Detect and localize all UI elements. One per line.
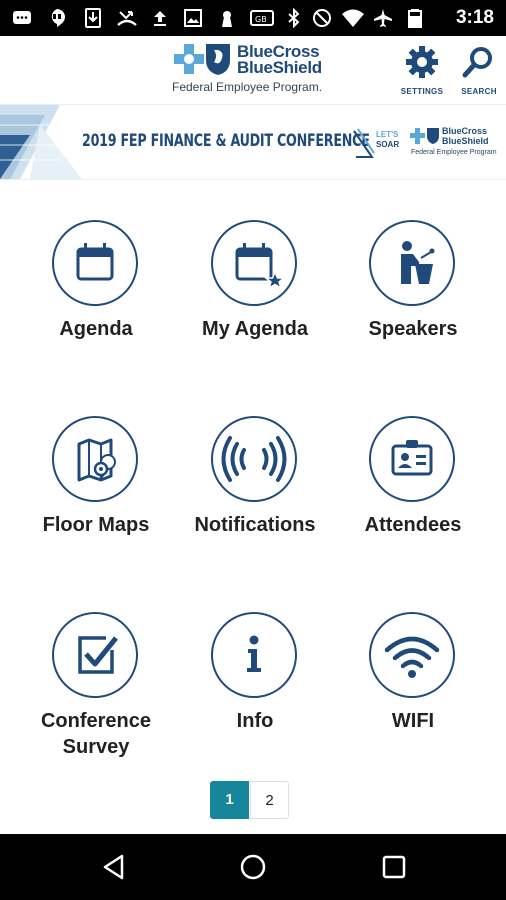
tile-label: Conference Survey [21, 708, 171, 760]
banner-logo-line2: BlueShield [442, 136, 489, 146]
status-bar: GB 3:18 [0, 0, 506, 36]
info-circle [211, 612, 297, 698]
map-icon [77, 438, 116, 482]
tile-wifi[interactable]: WIFI [338, 612, 488, 782]
download-icon [85, 8, 101, 28]
tile-label: Notifications [194, 514, 316, 536]
tile-info[interactable]: Info [180, 612, 330, 782]
hangouts-icon [51, 9, 65, 27]
info-icon [247, 635, 261, 672]
banner-logo-line1: BlueCross [442, 126, 488, 136]
banner-logo-subtitle: Federal Employee Program [411, 149, 497, 156]
lets-soar-logo: LET'S SOAR [353, 128, 399, 158]
wifi-status-icon [342, 9, 364, 27]
conference-banner: 2019 FEP FINANCE & AUDIT CONFERENCE LET'… [0, 104, 506, 180]
banner-bcbs-icon [410, 128, 439, 144]
clock: 3:18 [455, 7, 494, 28]
battery-icon [408, 9, 422, 28]
soar-line1: LET'S [376, 130, 399, 139]
tile-attendees[interactable]: Attendees [338, 416, 488, 586]
tile-label: Speakers [368, 318, 458, 340]
floor-maps-circle [52, 416, 138, 502]
tile-label: My Agenda [202, 318, 308, 340]
speaker-podium-icon [400, 241, 435, 284]
speakers-circle [369, 220, 455, 306]
banner-title: 2019 FEP FINANCE & AUDIT CONFERENCE [82, 131, 370, 151]
calendar-icon [76, 243, 114, 281]
svg-text:GB: GB [255, 15, 267, 24]
keyhole-icon [222, 11, 232, 27]
tile-floor-maps[interactable]: Floor Maps [21, 416, 171, 586]
banner-graphic [0, 105, 82, 179]
tile-my-agenda[interactable]: My Agenda [180, 220, 330, 390]
wifi-icon [384, 636, 440, 678]
image-icon [184, 9, 202, 27]
bcbs-logo: BlueCross BlueShield Federal Employee Pr… [172, 40, 342, 98]
navigation-bar [0, 834, 506, 900]
checkbox-icon [78, 636, 118, 674]
tile-label-line2: Survey [62, 736, 130, 758]
upload-icon [154, 11, 166, 26]
wifi-circle [369, 612, 455, 698]
sim-icon: GB [250, 10, 274, 26]
logo-subtitle: Federal Employee Program. [172, 80, 323, 94]
soar-line2: SOAR [376, 140, 399, 149]
bcbs-logo-icon [174, 44, 230, 75]
tile-label: Floor Maps [42, 514, 150, 536]
app-header: BlueCross BlueShield Federal Employee Pr… [0, 36, 506, 102]
messaging-icon [13, 11, 31, 24]
tile-label: WIFI [391, 710, 435, 732]
page-1-button[interactable]: 1 [210, 781, 249, 819]
bluetooth-icon [288, 8, 300, 28]
my-agenda-circle [211, 220, 297, 306]
id-badge-icon [391, 440, 433, 476]
attendees-circle [369, 416, 455, 502]
broadcast-icon [221, 436, 287, 482]
do-not-disturb-icon [313, 9, 331, 27]
search-label: SEARCH [461, 87, 497, 96]
agenda-circle [52, 220, 138, 306]
settings-button[interactable]: SETTINGS [396, 44, 448, 96]
calendar-star-icon [235, 243, 287, 290]
logo-line2: BlueShield [237, 58, 322, 77]
recents-icon[interactable] [380, 853, 408, 881]
notifications-circle [211, 416, 297, 502]
search-button[interactable]: SEARCH [453, 44, 505, 96]
tile-agenda[interactable]: Agenda [21, 220, 171, 390]
tile-label-line1: Conference [40, 710, 152, 732]
tile-label: Info [236, 710, 274, 732]
gear-icon [406, 46, 438, 78]
back-icon[interactable] [100, 853, 128, 881]
tile-conference-survey[interactable]: Conference Survey [21, 612, 171, 782]
tile-label: Attendees [364, 514, 462, 536]
pagination: 1 2 [210, 781, 290, 821]
tile-label: Agenda [59, 318, 133, 340]
airplane-icon [374, 9, 392, 27]
settings-label: SETTINGS [400, 87, 444, 96]
conference-survey-circle [52, 612, 138, 698]
tile-notifications[interactable]: Notifications [180, 416, 330, 586]
tile-speakers[interactable]: Speakers [338, 220, 488, 390]
phone-missed-icon [117, 11, 137, 26]
search-icon [462, 47, 492, 78]
home-icon[interactable] [239, 853, 267, 881]
page-2-button[interactable]: 2 [250, 781, 289, 819]
